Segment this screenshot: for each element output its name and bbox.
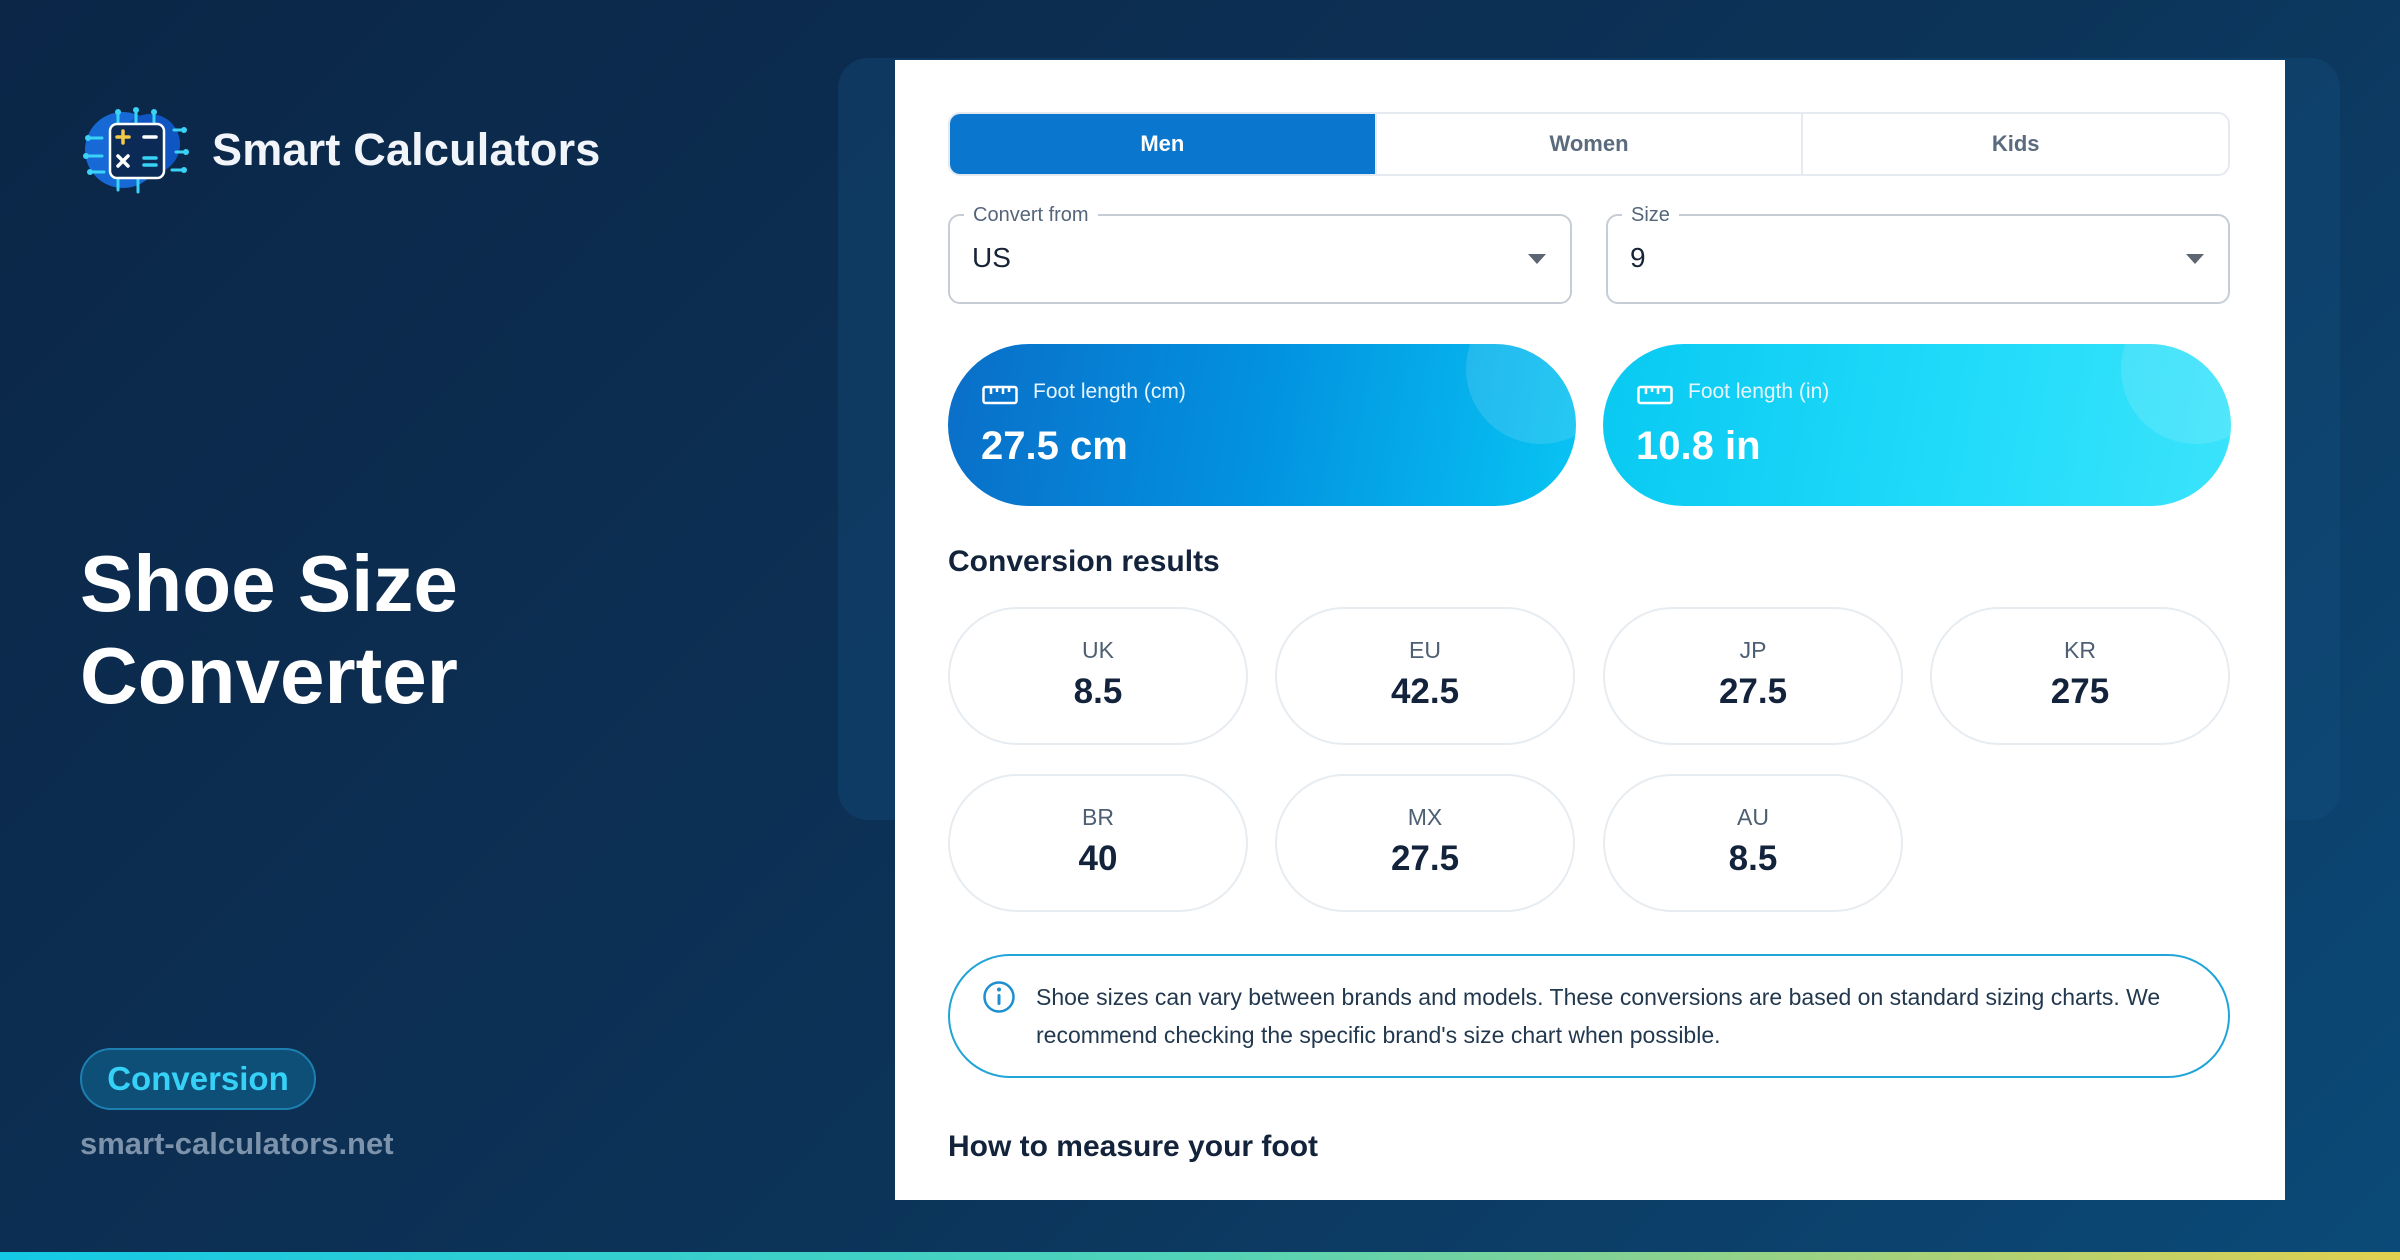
result-card-au: AU 8.5 — [1603, 774, 1903, 912]
tab-kids[interactable]: Kids — [1801, 114, 2228, 174]
how-to-measure-title: How to measure your foot — [948, 1130, 1319, 1163]
result-card-eu: EU 42.5 — [1275, 607, 1575, 745]
info-text: Shoe sizes can vary between brands and m… — [1036, 984, 2161, 1048]
result-card-kr: KR 275 — [1930, 607, 2230, 745]
convert-from-label: Convert from — [964, 203, 1098, 227]
result-card-mx: MX 27.5 — [1275, 774, 1575, 912]
result-value: 27.5 — [1718, 672, 1788, 711]
result-code: KR — [2064, 637, 2096, 663]
gender-tabs: Men Women Kids — [948, 112, 2230, 176]
convert-from-value: US — [972, 242, 1011, 273]
site-url: smart-calculators.net — [80, 1126, 394, 1161]
conversion-results-title: Conversion results — [948, 545, 1220, 578]
foot-length-in-card: Foot length (in) 10.8 in — [1603, 344, 2231, 506]
chevron-down-icon — [2186, 254, 2204, 264]
converter-card: Men Women Kids Convert from US Size 9 Fo… — [895, 60, 2285, 1200]
decorative-circle — [2121, 344, 2231, 444]
result-code: EU — [1409, 637, 1441, 663]
tab-women[interactable]: Women — [1374, 114, 1802, 174]
foot-length-in-value: 10.8 in — [1636, 424, 1761, 468]
result-code: BR — [1082, 804, 1114, 830]
result-value: 27.5 — [1390, 839, 1460, 878]
result-value: 275 — [2050, 672, 2110, 711]
foot-length-cm-label: Foot length (cm) — [1033, 380, 1186, 403]
page-title: Shoe Size Converter — [80, 539, 458, 720]
result-code: UK — [1082, 637, 1114, 663]
foot-length-cm-card: Foot length (cm) 27.5 cm — [948, 344, 1576, 506]
result-card-uk: UK 8.5 — [948, 607, 1248, 745]
tab-men[interactable]: Men — [950, 114, 1375, 174]
size-select[interactable]: Size 9 — [1606, 203, 2230, 304]
result-value: 40 — [1078, 839, 1118, 878]
result-card-jp: JP 27.5 — [1603, 607, 1903, 745]
result-code: AU — [1737, 804, 1769, 830]
decorative-circle — [1466, 344, 1576, 444]
brand-name: Smart Calculators — [212, 124, 601, 175]
info-notice: Shoe sizes can vary between brands and m… — [948, 954, 2230, 1078]
calculator-chip-logo-icon — [83, 107, 189, 194]
size-label: Size — [1622, 203, 1679, 227]
ruler-icon — [982, 385, 1018, 405]
foot-length-cm-value: 27.5 cm — [981, 424, 1128, 468]
result-value: 8.5 — [1073, 672, 1123, 711]
brand: Smart Calculators — [78, 104, 601, 196]
result-code: JP — [1739, 637, 1767, 663]
info-icon — [983, 981, 1015, 1013]
foot-length-in-label: Foot length (in) — [1688, 380, 1830, 403]
result-value: 8.5 — [1728, 839, 1778, 878]
result-value: 42.5 — [1390, 672, 1460, 711]
ruler-icon — [1637, 385, 1673, 405]
convert-from-select[interactable]: Convert from US — [948, 203, 1572, 304]
result-card-br: BR 40 — [948, 774, 1248, 912]
result-code: MX — [1407, 804, 1443, 830]
size-value: 9 — [1630, 242, 1646, 273]
accent-bar — [0, 1252, 2400, 1260]
chevron-down-icon — [1528, 254, 1546, 264]
category-tag[interactable]: Conversion — [80, 1048, 316, 1110]
